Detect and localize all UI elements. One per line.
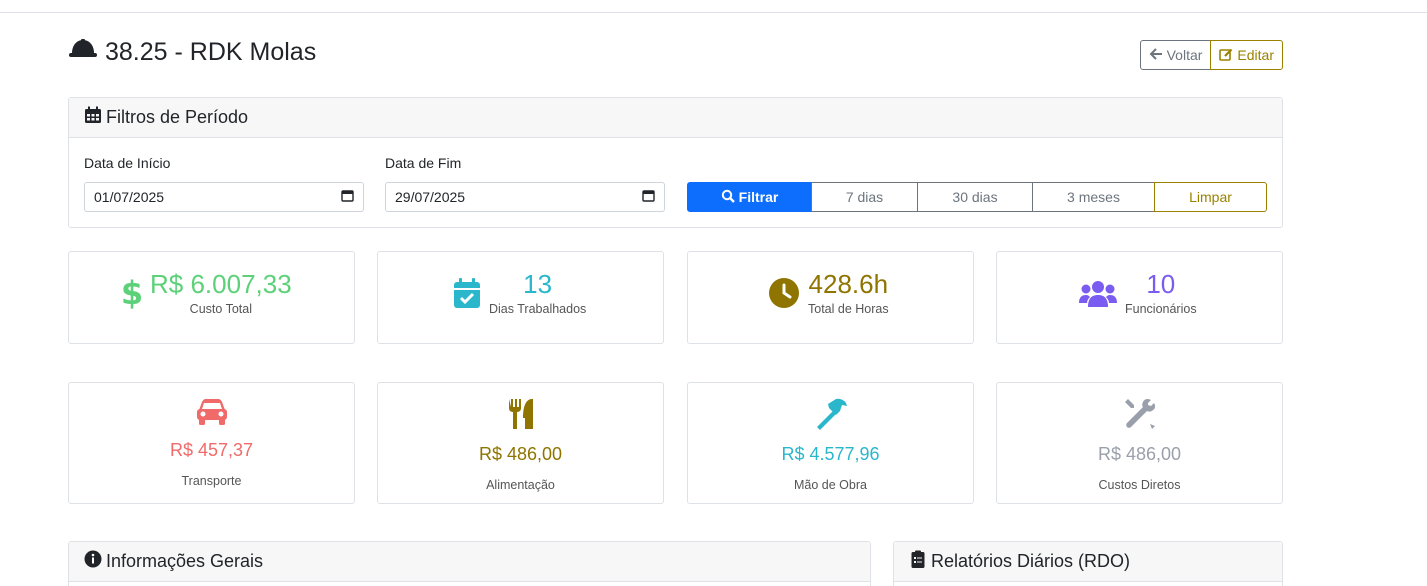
title-row: 38.25 - RDK Molas Voltar Editar (68, 36, 1283, 72)
edit-icon (1219, 47, 1233, 64)
cost-value: R$ 4.577,96 (781, 444, 880, 464)
preset-3-months-button[interactable]: 3 meses (1032, 182, 1155, 212)
users-icon (1079, 278, 1117, 308)
cost-card-labor: R$ 4.577,96 Mão de Obra (687, 382, 974, 504)
general-info-card: Informações Gerais (68, 541, 871, 586)
calendar-check-icon (453, 276, 481, 310)
arrow-left-icon (1149, 47, 1163, 64)
top-divider (0, 12, 1427, 13)
stat-card-total-hours: 428.6h Total de Horas (687, 251, 974, 344)
stat-label: Funcionários (1125, 302, 1197, 316)
stat-label: Total de Horas (808, 302, 889, 316)
period-filters-header: Filtros de Período (69, 98, 1282, 138)
daily-reports-title: Relatórios Diários (RDO) (931, 551, 1131, 571)
end-date-value: 29/07/2025 (395, 189, 466, 205)
stat-label: Dias Trabalhados (489, 302, 587, 316)
car-icon (196, 398, 228, 431)
search-icon (721, 189, 735, 206)
dollar-icon: $ (122, 275, 142, 311)
cost-label: Transporte (181, 474, 242, 488)
stat-value: R$ 6.007,33 (150, 269, 292, 299)
page-title: 38.25 - RDK Molas (68, 36, 316, 68)
calendar-picker-icon[interactable] (642, 189, 655, 205)
cost-label: Alimentação (486, 478, 555, 492)
back-button-label: Voltar (1166, 47, 1203, 63)
filter-button-group: Filtrar 7 dias 30 dias 3 meses Limpar (687, 182, 1267, 212)
cost-card-direct-costs: R$ 486,00 Custos Diretos (996, 382, 1283, 504)
filter-button[interactable]: Filtrar (687, 182, 812, 212)
cost-card-food: R$ 486,00 Alimentação (377, 382, 664, 504)
general-info-title: Informações Gerais (106, 551, 264, 571)
stat-value: 13 (523, 269, 553, 299)
end-date-input[interactable]: 29/07/2025 (385, 182, 665, 212)
period-filters-title: Filtros de Período (106, 107, 249, 127)
page-title-text: 38.25 - RDK Molas (105, 38, 317, 66)
svg-text:$: $ (122, 275, 142, 311)
back-button[interactable]: Voltar (1139, 40, 1212, 70)
cost-label: Mão de Obra (794, 478, 867, 492)
utensils-icon (507, 398, 535, 435)
end-date-label: Data de Fim (385, 155, 462, 171)
cost-label: Custos Diretos (1098, 478, 1181, 492)
edit-button-label: Editar (1237, 47, 1274, 63)
stat-value: 428.6h (808, 269, 889, 299)
calendar-icon (84, 106, 102, 129)
edit-button[interactable]: Editar (1210, 40, 1283, 70)
hard-hat-icon (68, 36, 98, 68)
clock-icon (768, 277, 800, 309)
cost-value: R$ 486,00 (1097, 444, 1182, 464)
preset-7-days-button[interactable]: 7 dias (811, 182, 918, 212)
clear-button[interactable]: Limpar (1154, 182, 1267, 212)
stat-label: Custo Total (189, 302, 252, 316)
daily-reports-card: Relatórios Diários (RDO) (893, 541, 1283, 586)
stat-card-days-worked: 13 Dias Trabalhados (377, 251, 664, 344)
hammer-icon (814, 398, 848, 435)
start-date-value: 01/07/2025 (94, 189, 165, 205)
stat-value: 10 (1146, 269, 1176, 299)
filter-button-label: Filtrar (738, 189, 779, 205)
stat-card-total-cost: $ R$ 6.007,33 Custo Total (68, 251, 355, 344)
stat-card-employees: 10 Funcionários (996, 251, 1283, 344)
preset-30-days-button[interactable]: 30 dias (917, 182, 1033, 212)
tools-icon (1124, 398, 1156, 435)
cost-card-transport: R$ 457,37 Transporte (68, 382, 355, 504)
clipboard-list-icon (909, 550, 927, 573)
header-actions: Voltar Editar (1139, 40, 1283, 70)
start-date-label: Data de Início (84, 155, 171, 171)
info-circle-icon (84, 550, 102, 573)
general-info-header: Informações Gerais (69, 542, 870, 582)
daily-reports-header: Relatórios Diários (RDO) (894, 542, 1282, 582)
cost-value: R$ 457,37 (169, 440, 254, 460)
start-date-input[interactable]: 01/07/2025 (84, 182, 364, 212)
cost-value: R$ 486,00 (478, 444, 563, 464)
calendar-picker-icon[interactable] (341, 189, 354, 205)
period-filters-card: Filtros de Período Data de Início 01/07/… (68, 97, 1283, 228)
